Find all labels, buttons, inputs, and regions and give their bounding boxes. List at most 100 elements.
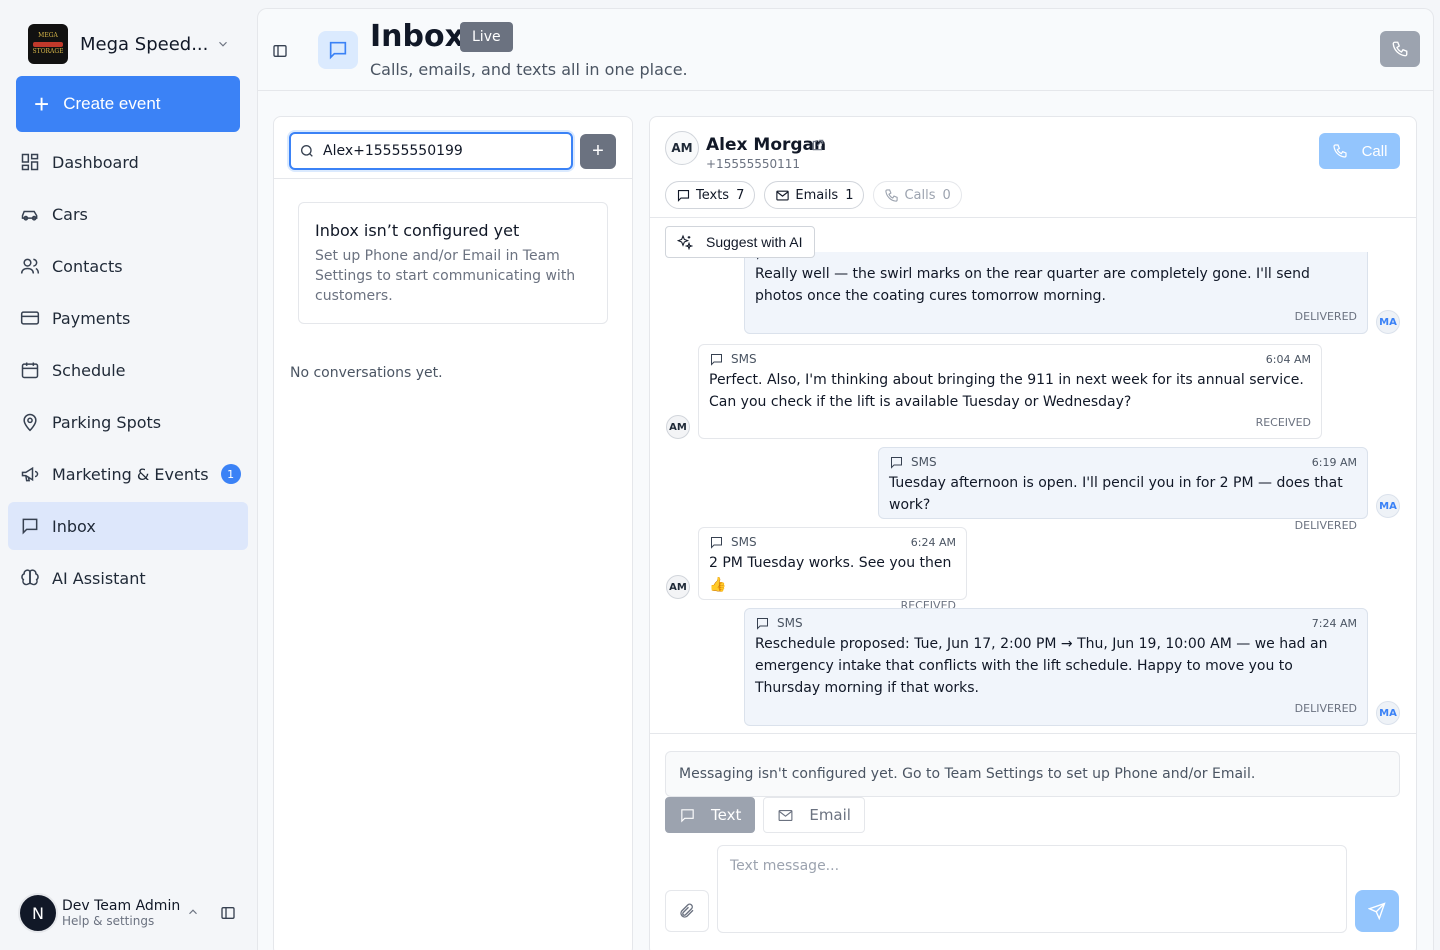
page-header: Inbox Live Calls, emails, and texts all …	[258, 9, 1433, 91]
message-square-icon	[711, 353, 722, 366]
texts-filter[interactable]: Texts 7	[665, 181, 756, 209]
sidebar-item-parking-spots[interactable]: Parking Spots	[8, 398, 248, 446]
sidebar-item-contacts[interactable]: Contacts	[8, 242, 248, 290]
sparkles-icon	[677, 234, 693, 250]
sidebar-item-cars[interactable]: Cars	[8, 190, 248, 238]
create-event-label: Create event	[63, 94, 161, 113]
external-link-icon[interactable]	[811, 138, 825, 152]
sidebar-item-schedule[interactable]: Schedule	[8, 346, 248, 394]
message-channel: SMS	[731, 535, 757, 549]
user-info: Dev Team Admin Help & settings	[62, 898, 180, 928]
sidebar-item-label: Marketing & Events	[52, 464, 209, 484]
chip-label: Emails	[795, 187, 839, 203]
tab-label: Text	[711, 806, 742, 824]
sidebar-item-label: Contacts	[52, 256, 123, 276]
config-notice-card: Inbox isn’t configured yet Set up Phone …	[298, 202, 608, 324]
sidebar-item-label: AI Assistant	[52, 568, 146, 588]
message-body: Reschedule proposed: Tue, Jun 17, 2:00 P…	[755, 636, 1328, 696]
conversation-thread: AM Alex Morgan +15555550111 Call Texts 7…	[649, 116, 1417, 950]
message-square-icon	[711, 536, 722, 549]
message-body: 2 PM Tuesday works. See you then 👍	[709, 555, 952, 593]
sidebar-item-dashboard[interactable]: Dashboard	[8, 138, 248, 186]
emails-filter[interactable]: Emails 1	[764, 181, 865, 209]
user-menu[interactable]: N Dev Team Admin Help & settings	[18, 893, 242, 933]
page-title: Inbox	[370, 19, 464, 54]
car-icon	[21, 210, 38, 221]
sidebar-item-label: Inbox	[52, 516, 96, 536]
message-time: 6:04 AM	[1265, 352, 1311, 366]
message-input[interactable]	[717, 845, 1347, 933]
message-channel: SMS	[911, 455, 937, 469]
divider	[650, 217, 1416, 218]
calls-filter[interactable]: Calls 0	[873, 181, 962, 209]
message-body: Perfect. Also, I'm thinking about bringi…	[709, 372, 1304, 410]
sidebar-item-payments[interactable]: Payments	[8, 294, 248, 342]
panel-toggle-icon[interactable]	[272, 43, 288, 59]
call-button[interactable]: Call	[1319, 133, 1400, 169]
author-avatar: MA	[1376, 701, 1400, 725]
chevron-up-icon	[189, 909, 197, 915]
inbox-header-icon	[318, 31, 358, 69]
suggest-label: Suggest with AI	[706, 234, 803, 250]
message-header: SMS 7:24 AM	[755, 615, 1357, 631]
attach-button[interactable]	[665, 890, 709, 932]
search-input[interactable]	[323, 143, 563, 159]
message-header: SMS 6:04 AM	[709, 351, 1311, 367]
tab-text[interactable]: Text	[665, 797, 756, 833]
user-subtitle: Help & settings	[62, 914, 155, 928]
message-status: DELIVERED	[1294, 702, 1357, 715]
user-name: Dev Team Admin	[62, 898, 181, 914]
sidebar-toggle-icon[interactable]	[220, 905, 236, 921]
message-square-icon	[681, 808, 694, 823]
author-avatar: AM	[666, 415, 690, 439]
divider	[650, 733, 1416, 734]
brain-icon	[21, 569, 39, 586]
phone-icon	[885, 188, 899, 202]
page-subtitle: Calls, emails, and texts all in one plac…	[370, 60, 688, 79]
send-button[interactable]	[1355, 890, 1399, 932]
message-bubble: SMS 7:24 AM Reschedule proposed: Tue, Ju…	[744, 608, 1368, 726]
notice-body: Set up Phone and/or Email in Team Settin…	[315, 248, 576, 304]
org-switcher[interactable]: MEGA STORAGE Mega Speed...	[28, 24, 238, 64]
sidebar-item-label: Cars	[52, 204, 88, 224]
sidebar-item-label: Parking Spots	[52, 412, 162, 432]
message-header: SMS 6:19 AM	[889, 454, 1357, 470]
sidebar-item-marketing-events[interactable]: Marketing & Events 1	[8, 450, 248, 498]
header-call-button[interactable]	[1380, 31, 1420, 67]
avatar: N	[18, 893, 58, 933]
message-header: SMS	[755, 252, 1357, 261]
mail-icon	[776, 190, 790, 200]
org-name: Mega Speed...	[80, 33, 209, 55]
sidebar-item-ai-assistant[interactable]: AI Assistant	[8, 554, 248, 602]
sidebar-item-inbox[interactable]: Inbox	[8, 502, 248, 550]
message-bubble: SMS Really well — the swirl marks on the…	[744, 252, 1368, 334]
channel-filters: Texts 7 Emails 1 Calls 0	[665, 181, 971, 209]
plus-icon: +	[592, 140, 604, 162]
send-icon	[1368, 902, 1386, 920]
message-time: 7:24 AM	[1311, 616, 1357, 630]
new-conversation-button[interactable]: +	[580, 134, 616, 169]
sidebar-item-label: Schedule	[52, 360, 126, 380]
sidebar-nav: Dashboard Cars Contacts Payments Schedul…	[8, 138, 248, 606]
contact-name[interactable]: Alex Morgan	[706, 135, 826, 155]
message-time: 6:24 AM	[910, 535, 956, 549]
contact-phone: +15555550111	[706, 157, 801, 171]
status-badge: Live	[460, 22, 513, 52]
paperclip-icon	[680, 903, 694, 918]
suggest-ai-button[interactable]: Suggest with AI	[665, 226, 815, 258]
chip-label: Texts	[696, 187, 730, 203]
message-time: 6:19 AM	[1311, 455, 1357, 469]
create-event-button[interactable]: + Create event	[16, 76, 240, 132]
author-avatar: AM	[666, 575, 690, 599]
notification-badge: 1	[220, 464, 241, 484]
tab-label: Email	[809, 806, 851, 824]
message-square-icon	[329, 41, 347, 60]
chip-count: 7	[736, 187, 745, 203]
chevron-down-icon	[219, 41, 227, 47]
chip-count: 0	[942, 187, 951, 203]
search-box[interactable]	[289, 132, 573, 170]
megaphone-icon	[21, 466, 39, 482]
plus-icon: +	[34, 89, 50, 119]
mail-icon	[778, 809, 793, 821]
tab-email[interactable]: Email	[763, 797, 865, 833]
